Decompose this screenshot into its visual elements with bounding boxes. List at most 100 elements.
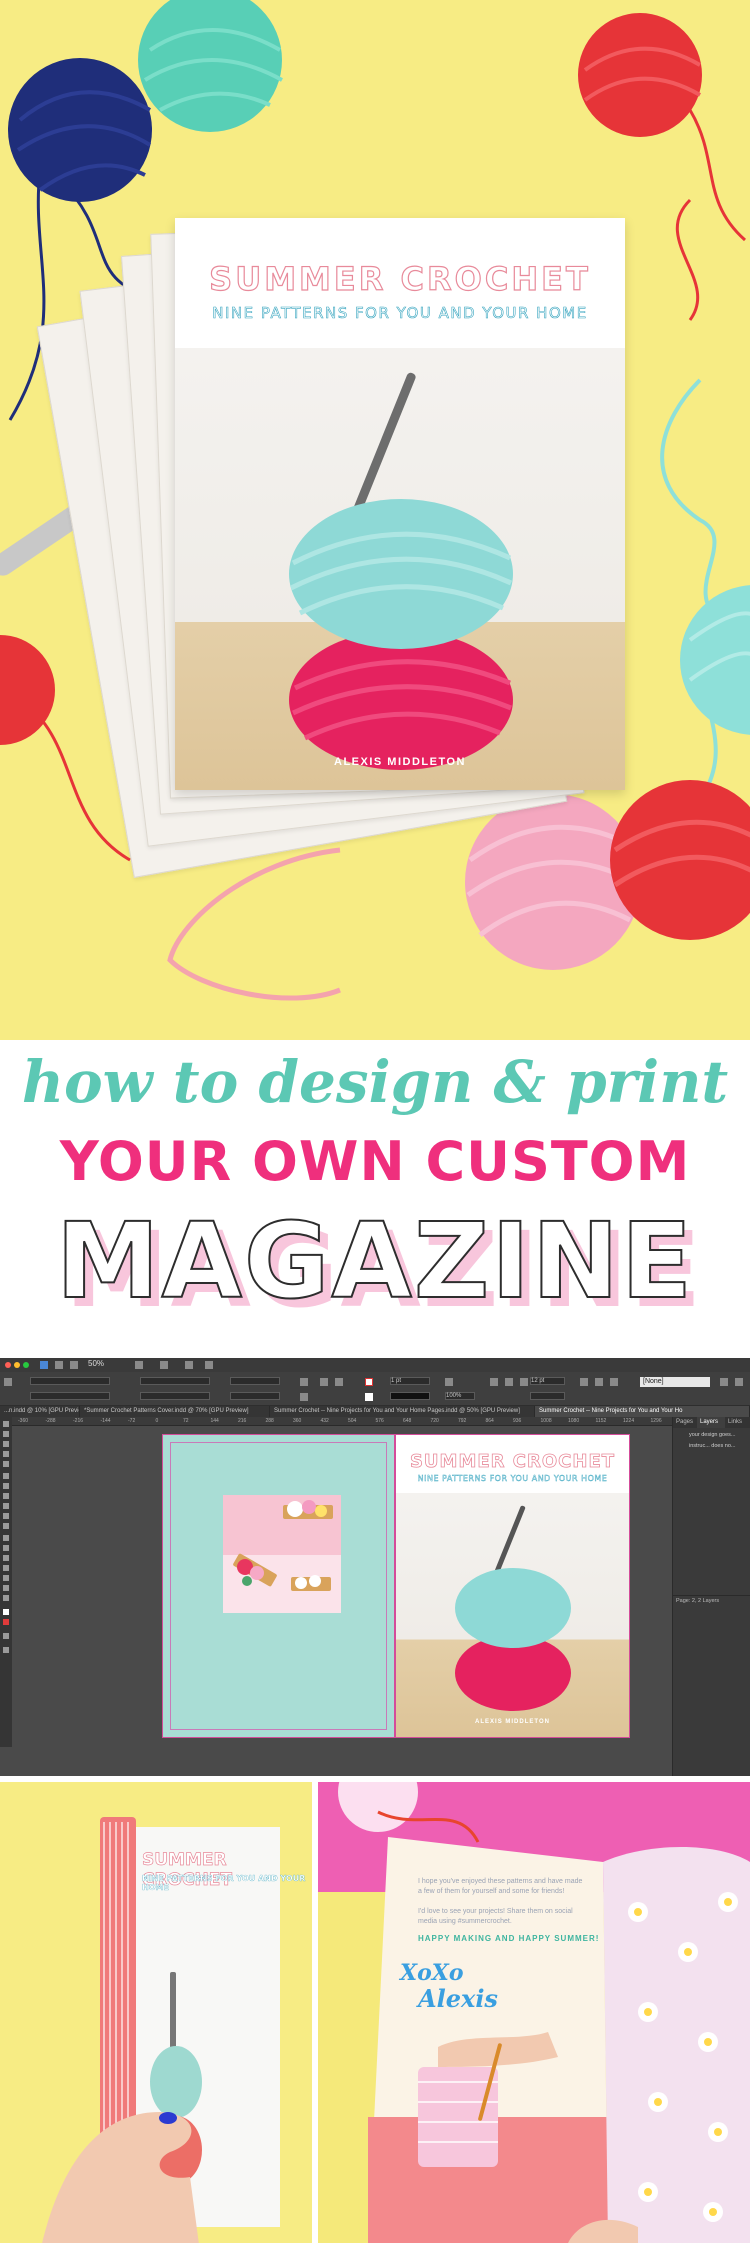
size-field[interactable]: 12 pt [530, 1377, 565, 1385]
ruler-tick-label: 1224 [623, 1418, 635, 1424]
tab-document-active[interactable]: Summer Crochet -- Nine Projects for You … [535, 1406, 750, 1417]
ruler-tick-label: 576 [375, 1418, 384, 1424]
scale-x-field[interactable] [230, 1377, 280, 1385]
hair-clip-photo[interactable] [223, 1495, 341, 1613]
minimize-icon[interactable] [14, 1362, 20, 1368]
tab-pages[interactable]: Pages [673, 1417, 697, 1428]
signature-line-2: Alexis [418, 1984, 498, 2013]
screen-mode-icon[interactable] [135, 1361, 143, 1369]
maximize-icon[interactable] [23, 1362, 29, 1368]
y-field[interactable] [30, 1392, 110, 1400]
arrange-icon[interactable] [160, 1361, 168, 1369]
effects-icon[interactable] [445, 1378, 453, 1386]
grid-icon[interactable] [70, 1361, 78, 1369]
columns-field[interactable] [530, 1392, 565, 1400]
headline-line-2: YOUR OWN CUSTOM [59, 1130, 691, 1193]
stroke-color-icon[interactable] [3, 1619, 9, 1625]
wrap-icon[interactable] [520, 1378, 528, 1386]
spread-left-page[interactable] [162, 1434, 395, 1738]
gradient-tool-icon[interactable] [3, 1555, 9, 1561]
apply-color-icon[interactable] [3, 1633, 9, 1639]
x-field[interactable] [30, 1377, 110, 1385]
tab-links[interactable]: Links [725, 1417, 750, 1428]
view-options-icon[interactable] [55, 1361, 63, 1369]
ruler-tick-label: 504 [348, 1418, 357, 1424]
direct-selection-tool-icon[interactable] [3, 1431, 9, 1437]
layer-row[interactable]: your design goes... [673, 1430, 750, 1440]
line-tool-icon[interactable] [3, 1483, 9, 1489]
width-field[interactable] [140, 1377, 210, 1385]
align-icon[interactable] [580, 1378, 588, 1386]
type-tool-icon[interactable] [3, 1473, 9, 1479]
ruler-tick-label: 864 [485, 1418, 494, 1424]
rectangle-frame-tool-icon[interactable] [3, 1513, 9, 1519]
zoom-tool-icon[interactable] [3, 1595, 9, 1601]
free-transform-tool-icon[interactable] [3, 1545, 9, 1551]
opacity-field[interactable]: 100% [445, 1392, 475, 1400]
gap-tool-icon[interactable] [3, 1451, 9, 1457]
bridge-icon[interactable] [40, 1361, 48, 1369]
scale-y-field[interactable] [230, 1392, 280, 1400]
reference-point-icon[interactable] [4, 1378, 12, 1386]
tab-document-2[interactable]: *Summer Crochet Patterns Cover.indd @ 70… [80, 1406, 270, 1417]
tab-layers[interactable]: Layers [697, 1417, 725, 1428]
rotate-icon[interactable] [300, 1378, 308, 1386]
note-tool-icon[interactable] [3, 1565, 9, 1571]
spread-right-page[interactable]: ALEXIS MIDDLETON SUMMER CROCHET NINE PAT… [395, 1434, 630, 1738]
hair-clips-illustration [223, 1495, 341, 1591]
scissors-tool-icon[interactable] [3, 1535, 9, 1541]
share-icon[interactable] [185, 1361, 193, 1369]
control-panel: 1 pt 100% 12 pt [None] [0, 1372, 750, 1406]
tab-document-3[interactable]: Summer Crochet -- Nine Projects for You … [270, 1406, 535, 1417]
mini-cover-subtitle: NINE PATTERNS FOR YOU AND YOUR HOME [417, 1474, 608, 1483]
fitting-icon[interactable] [610, 1378, 618, 1386]
close-icon[interactable] [5, 1362, 11, 1368]
open-book-paragraph-1: I hope you've enjoyed these patterns and… [418, 1878, 583, 1895]
height-field[interactable] [140, 1392, 210, 1400]
content-collector-icon[interactable] [3, 1461, 9, 1467]
page-tool-icon[interactable] [3, 1441, 9, 1447]
eyedropper-tool-icon[interactable] [3, 1575, 9, 1581]
cover-author: ALEXIS MIDDLETON [334, 756, 466, 768]
tab-document-1[interactable]: ...n.indd @ 10% [GPU Preview] [0, 1406, 80, 1417]
fill-swatch-icon[interactable] [365, 1378, 373, 1386]
quick-apply-icon[interactable] [720, 1378, 728, 1386]
ruler-tick-label: 1080 [568, 1418, 580, 1424]
tools-panel [0, 1417, 12, 1747]
bound-book-photo: SUMMER CROCHET NINE PATTERNS FOR YOU AND… [0, 1782, 312, 2243]
ruler-tick-label: 792 [458, 1418, 467, 1424]
publish-icon[interactable] [205, 1361, 213, 1369]
flip-vertical-icon[interactable] [335, 1378, 343, 1386]
selection-tool-icon[interactable] [3, 1421, 9, 1427]
panel-menu-icon[interactable] [735, 1378, 743, 1386]
headline-line-1: how to design & print [21, 1048, 729, 1116]
stroke-swatch-icon[interactable] [365, 1393, 373, 1401]
fill-color-icon[interactable] [3, 1609, 9, 1615]
cover-title: SUMMER CROCHET [209, 259, 591, 298]
ruler-tick-label: 0 [155, 1418, 159, 1424]
screen-mode-tool-icon[interactable] [3, 1647, 9, 1653]
indesign-window: 50% 1 pt 100% 12 pt [None] ...n.indd @ 1… [0, 1358, 750, 1776]
shadow-icon[interactable] [490, 1378, 498, 1386]
flip-horizontal-icon[interactable] [320, 1378, 328, 1386]
zoom-level[interactable]: 50% [88, 1359, 104, 1368]
pen-tool-icon[interactable] [3, 1493, 9, 1499]
stroke-weight-field[interactable]: 1 pt [390, 1377, 430, 1385]
panel-footer: Page: 2, 2 Layers [673, 1595, 750, 1605]
ruler-tick-label: -72 [128, 1418, 136, 1424]
hand-tool-icon[interactable] [3, 1585, 9, 1591]
pencil-tool-icon[interactable] [3, 1503, 9, 1509]
fx-icon[interactable] [505, 1378, 513, 1386]
layer-row[interactable]: instruc... does no... [673, 1441, 750, 1451]
ruler-tick-label: 720 [430, 1418, 439, 1424]
distribute-icon[interactable] [595, 1378, 603, 1386]
ruler-tick-label: -216 [73, 1418, 84, 1424]
rectangle-tool-icon[interactable] [3, 1523, 9, 1529]
ruler-tick-label: 216 [238, 1418, 247, 1424]
object-style-select[interactable]: [None] [640, 1377, 710, 1387]
window-title-bar: 50% [0, 1358, 750, 1372]
headline-line-3-text: MAGAZINE [55, 1199, 695, 1323]
open-book-illustration [318, 1782, 750, 2243]
stroke-type-field[interactable] [390, 1392, 430, 1400]
shear-icon[interactable] [300, 1393, 308, 1401]
